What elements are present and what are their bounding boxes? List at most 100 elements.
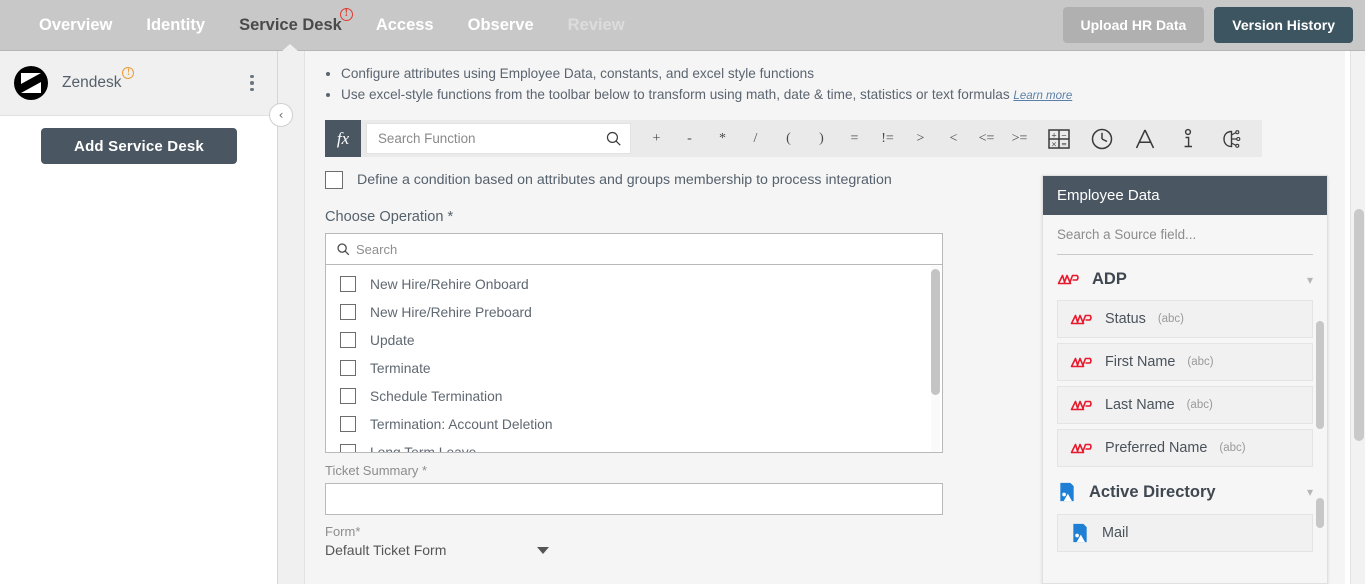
- operation-list-scrollbar-thumb[interactable]: [931, 269, 940, 395]
- info-icon[interactable]: [1175, 126, 1201, 152]
- learn-more-link[interactable]: Learn more: [1013, 90, 1072, 102]
- operation-item-new-hire-rehire-preboard[interactable]: New Hire/Rehire Preboard: [326, 298, 942, 326]
- source-field-type: (abc): [1186, 399, 1213, 411]
- tip-item: Use excel-style functions from the toolb…: [341, 84, 1325, 107]
- operator-less-than[interactable]: <: [937, 120, 970, 157]
- nav-item-review[interactable]: Review: [551, 0, 642, 51]
- operation-checkbox[interactable]: [340, 332, 356, 348]
- operator-close-paren[interactable]: ): [805, 120, 838, 157]
- svg-text:×: ×: [1051, 140, 1057, 148]
- operation-item-long-term-leave[interactable]: Long Term Leave: [326, 438, 942, 452]
- employee-data-title: Employee Data: [1043, 176, 1327, 215]
- operator-not-equals[interactable]: !=: [871, 120, 904, 157]
- form-dropdown[interactable]: Default Ticket Form: [325, 542, 555, 558]
- operation-checkbox[interactable]: [340, 304, 356, 320]
- operator-greater-equal[interactable]: >=: [1003, 120, 1036, 157]
- operation-checkbox[interactable]: [340, 444, 356, 452]
- topnav-actions: Upload HR Data Version History: [1062, 7, 1353, 43]
- ai-brain-icon[interactable]: [1218, 126, 1244, 152]
- operator-less-equal[interactable]: <=: [970, 120, 1003, 157]
- nav-label: Overview: [39, 15, 113, 34]
- operator-equals[interactable]: =: [838, 120, 871, 157]
- adp-icon: [1057, 274, 1079, 285]
- employee-data-scrollbar-thumb-secondary[interactable]: [1316, 498, 1324, 528]
- source-field-mail[interactable]: Mail: [1057, 514, 1313, 552]
- define-condition-label: Define a condition based on attributes a…: [357, 172, 892, 188]
- connector-header[interactable]: Zendesk !: [0, 51, 277, 116]
- connector-name: Zendesk !: [62, 67, 135, 92]
- operation-label: New Hire/Rehire Preboard: [370, 304, 532, 320]
- nav-item-access[interactable]: Access: [359, 0, 451, 51]
- adp-icon: [1070, 443, 1092, 453]
- connector-options-menu-icon[interactable]: [241, 71, 263, 95]
- operation-search-input[interactable]: [356, 241, 932, 257]
- operation-checkbox[interactable]: [340, 388, 356, 404]
- source-field-preferred-name[interactable]: Preferred Name (abc): [1057, 429, 1313, 467]
- source-field-status[interactable]: Status (abc): [1057, 300, 1313, 338]
- nav-item-overview[interactable]: Overview: [22, 0, 129, 51]
- operation-checkbox[interactable]: [340, 416, 356, 432]
- operation-item-schedule-termination[interactable]: Schedule Termination: [326, 382, 942, 410]
- operation-checkbox-list: New Hire/Rehire Onboard New Hire/Rehire …: [325, 265, 943, 453]
- connector-warning-icon: !: [122, 67, 135, 79]
- operation-item-new-hire-rehire-onboard[interactable]: New Hire/Rehire Onboard: [326, 270, 942, 298]
- operator-divide[interactable]: /: [739, 120, 772, 157]
- adp-icon: [1070, 400, 1092, 410]
- source-group-active-directory[interactable]: Active Directory ▾: [1043, 472, 1327, 509]
- version-history-button[interactable]: Version History: [1214, 7, 1353, 43]
- tip-item: Configure attributes using Employee Data…: [341, 63, 1325, 84]
- adp-icon: [1070, 314, 1092, 324]
- calculator-icon[interactable]: + − × =: [1046, 126, 1072, 152]
- operator-greater-than[interactable]: >: [904, 120, 937, 157]
- function-search-box[interactable]: [366, 123, 631, 154]
- text-icon[interactable]: [1132, 126, 1158, 152]
- left-sidebar: Zendesk ! Add Service Desk: [0, 51, 278, 584]
- nav-item-service-desk[interactable]: Service Desk !: [222, 0, 359, 52]
- source-field-search-input[interactable]: [1057, 227, 1313, 242]
- operation-label: Schedule Termination: [370, 388, 503, 404]
- svg-text:=: =: [1061, 140, 1067, 148]
- operation-checkbox[interactable]: [340, 360, 356, 376]
- active-directory-icon: [1060, 482, 1074, 502]
- operation-list-items: New Hire/Rehire Onboard New Hire/Rehire …: [326, 265, 942, 452]
- chevron-down-icon[interactable]: ▾: [1307, 485, 1313, 499]
- search-icon[interactable]: [605, 130, 622, 147]
- define-condition-checkbox[interactable]: [325, 171, 343, 189]
- operator-multiply[interactable]: *: [706, 120, 739, 157]
- connector-name-label: Zendesk: [62, 74, 122, 91]
- ticket-summary-input[interactable]: [325, 483, 943, 515]
- operator-open-paren[interactable]: (: [772, 120, 805, 157]
- source-field-last-name[interactable]: Last Name (abc): [1057, 386, 1313, 424]
- operator-minus[interactable]: -: [673, 120, 706, 157]
- nav-item-identity[interactable]: Identity: [129, 0, 222, 51]
- function-search-input[interactable]: [378, 131, 605, 146]
- nav-label: Identity: [146, 15, 206, 34]
- add-service-desk-button[interactable]: Add Service Desk: [41, 128, 237, 164]
- operator-plus[interactable]: +: [640, 120, 673, 157]
- source-field-name: Preferred Name: [1105, 440, 1208, 456]
- page-scrollbar-track[interactable]: [1350, 51, 1365, 584]
- nav-item-observe[interactable]: Observe: [451, 0, 551, 51]
- collapse-sidebar-button[interactable]: ‹: [269, 103, 293, 127]
- operation-label: Termination: Account Deletion: [370, 416, 553, 432]
- upload-hr-data-button[interactable]: Upload HR Data: [1062, 7, 1205, 43]
- clock-icon[interactable]: [1089, 126, 1115, 152]
- employee-data-panel: Employee Data ADP ▾ Status (abc): [1042, 175, 1328, 584]
- operation-item-update[interactable]: Update: [326, 326, 942, 354]
- source-field-type: (abc): [1187, 356, 1214, 368]
- tips-list: Configure attributes using Employee Data…: [305, 51, 1345, 111]
- operation-label: Update: [370, 332, 415, 348]
- operation-item-terminate[interactable]: Terminate: [326, 354, 942, 382]
- operation-checkbox[interactable]: [340, 276, 356, 292]
- source-group-adp[interactable]: ADP ▾: [1043, 261, 1327, 295]
- operator-buttons: + - * / ( ) = != > < <= >=: [640, 120, 1036, 157]
- operation-search-box[interactable]: [325, 233, 943, 265]
- search-icon: [337, 243, 350, 256]
- employee-data-scrollbar-thumb[interactable]: [1316, 321, 1324, 429]
- nav-label: Service Desk: [239, 15, 342, 34]
- source-field-first-name[interactable]: First Name (abc): [1057, 343, 1313, 381]
- operation-item-termination-account-deletion[interactable]: Termination: Account Deletion: [326, 410, 942, 438]
- chevron-down-icon[interactable]: ▾: [1307, 273, 1313, 287]
- page-scrollbar-thumb[interactable]: [1354, 209, 1364, 441]
- source-field-search-box[interactable]: [1057, 215, 1313, 255]
